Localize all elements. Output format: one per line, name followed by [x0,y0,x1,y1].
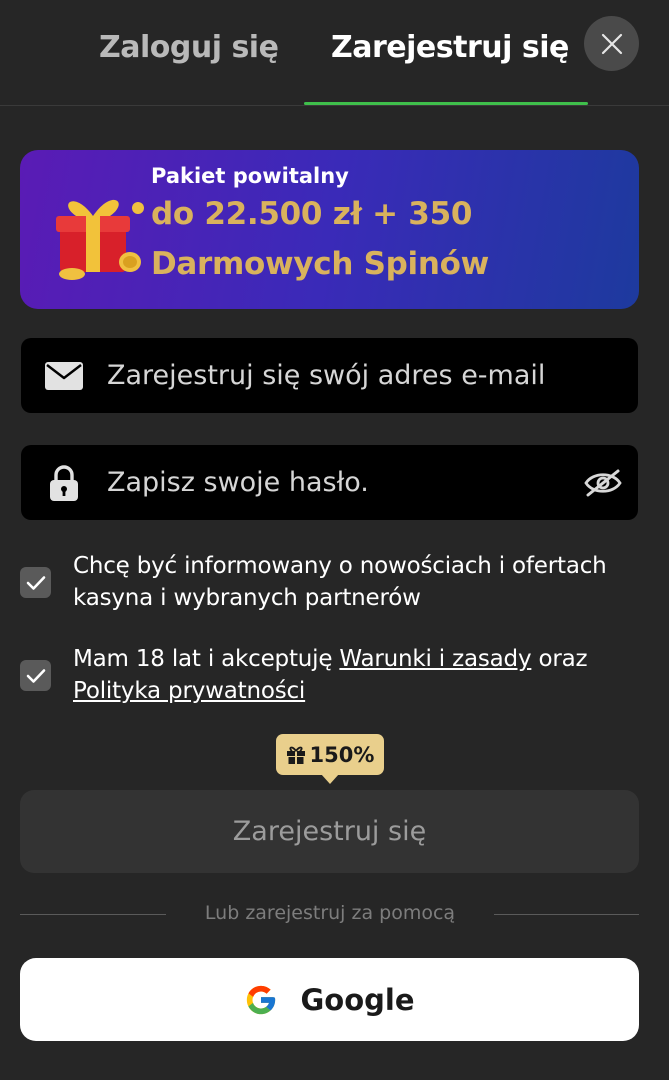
terms-consent-row: Mam 18 lat i akceptuję Warunki i zasady … [20,643,640,707]
newsletter-consent-row: Chcę być informowany o nowościach i ofer… [20,550,640,614]
tab-register[interactable]: Zarejestruj się [331,30,569,78]
envelope-icon [45,361,83,390]
banner-label: Pakiet powitalny [151,164,349,188]
bonus-badge: 150% [276,734,384,784]
register-submit-button[interactable]: Zarejestruj się [20,790,639,873]
google-button-label: Google [300,982,415,1017]
divider-line-right [494,914,639,915]
checkmark-icon [26,668,45,683]
terms-checkbox[interactable] [20,660,51,691]
lock-icon [50,464,78,501]
toggle-password-visibility[interactable] [568,445,638,520]
tab-login[interactable]: Zaloguj się [99,30,279,78]
active-tab-indicator [304,102,588,105]
terms-mid: oraz [531,646,588,672]
privacy-policy-link[interactable]: Polityka prywatności [73,678,305,704]
newsletter-consent-label: Chcę być informowany o nowościach i ofer… [73,553,607,611]
close-button[interactable] [584,16,639,71]
google-signup-button[interactable]: Google [20,958,639,1041]
auth-header: Zaloguj się Zarejestruj się [0,0,669,106]
checkmark-icon [26,575,45,590]
gift-icon [286,746,305,764]
gift-icon [56,199,144,280]
email-field-container [21,338,638,413]
eye-off-icon [584,469,622,496]
email-input[interactable] [107,338,638,413]
divider-text: Lub zarejestruj za pomocą [204,902,456,924]
terms-link[interactable]: Warunki i zasady [339,646,531,672]
banner-spins: Darmowych Spinów [151,246,489,282]
password-input[interactable] [107,445,568,520]
banner-amount: do 22.500 zł + 350 [151,196,473,232]
bonus-badge-label: 150% [309,742,375,767]
divider-line-left [20,914,166,915]
welcome-package-banner: Pakiet powitalny do 22.500 zł + 350 Darm… [20,150,639,309]
google-icon [247,985,276,1014]
terms-prefix: Mam 18 lat i akceptuję [73,646,340,672]
password-field-container [21,445,638,520]
terms-consent-label: Mam 18 lat i akceptuję Warunki i zasady … [73,643,640,707]
close-icon [601,33,622,54]
newsletter-checkbox[interactable] [20,567,51,598]
